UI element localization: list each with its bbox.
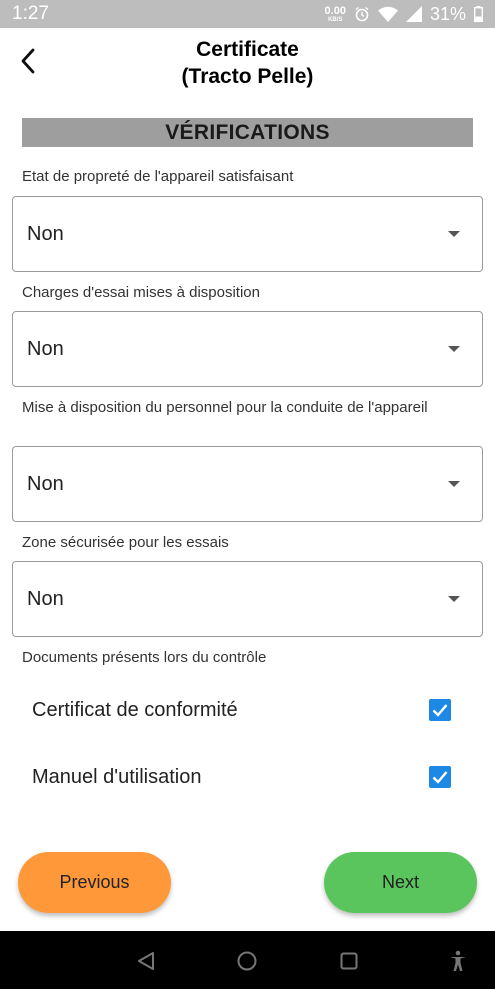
battery-icon (474, 6, 483, 22)
status-time: 1:27 (12, 3, 49, 24)
field-label-charges: Charges d'essai mises à disposition (22, 284, 260, 301)
checkbox-checked-icon[interactable] (429, 699, 451, 721)
nav-back-icon[interactable] (134, 949, 158, 973)
nav-recents-icon[interactable] (337, 949, 361, 973)
dropdown-value: Non (27, 337, 64, 360)
dropdown-value: Non (27, 472, 64, 495)
dropdown-value: Non (27, 587, 64, 610)
section-title-verifications: VÉRIFICATIONS (22, 118, 473, 147)
status-icons: 0.00 KB/S 31% (325, 4, 483, 25)
field-label-personnel: Mise à disposition du personnel pour la … (22, 399, 428, 416)
back-arrow-icon[interactable] (14, 46, 42, 76)
dropdown-personnel[interactable]: Non (12, 446, 483, 522)
dropdown-charges[interactable]: Non (12, 311, 483, 387)
net-speed-unit: KB/S (328, 16, 343, 23)
dropdown-arrow-icon (448, 231, 460, 237)
dropdown-arrow-icon (448, 346, 460, 352)
battery-text: 31% (429, 3, 466, 24)
dropdown-arrow-icon (448, 481, 460, 487)
checkbox-label: Certificat de conformité (32, 698, 238, 721)
field-label-proprete: Etat de propreté de l'appareil satisfais… (22, 168, 294, 185)
page-title: Certificate (Tracto Pelle) (60, 36, 435, 90)
field-label-zone: Zone sécurisée pour les essais (22, 534, 229, 551)
wifi-icon (377, 6, 398, 22)
status-bar: 1:27 0.00 KB/S 31% (0, 0, 495, 28)
checkbox-row-manuel[interactable]: Manuel d'utilisation (12, 749, 483, 805)
checkbox-label: Manuel d'utilisation (32, 765, 202, 788)
net-speed: 0.00 KB/S (324, 4, 346, 23)
net-speed-value: 0.00 (324, 4, 346, 17)
next-button[interactable]: Next (324, 852, 477, 913)
previous-button[interactable]: Previous (18, 852, 171, 913)
signal-icon (405, 6, 422, 22)
accessibility-icon[interactable] (446, 949, 470, 973)
checkbox-row-certificat[interactable]: Certificat de conformité (12, 682, 483, 738)
dropdown-arrow-icon (448, 596, 460, 602)
dropdown-value: Non (27, 222, 64, 245)
documents-label: Documents présents lors du contrôle (22, 649, 267, 666)
page-title-line2: (Tracto Pelle) (181, 65, 314, 88)
checkbox-checked-icon[interactable] (429, 766, 451, 788)
app-header: Certificate (Tracto Pelle) (0, 28, 495, 100)
dropdown-zone[interactable]: Non (12, 561, 483, 637)
nav-home-icon[interactable] (235, 949, 259, 973)
alarm-icon (354, 6, 370, 22)
page-title-line1: Certificate (196, 38, 299, 61)
dropdown-proprete[interactable]: Non (12, 196, 483, 272)
system-nav-bar (0, 931, 495, 989)
